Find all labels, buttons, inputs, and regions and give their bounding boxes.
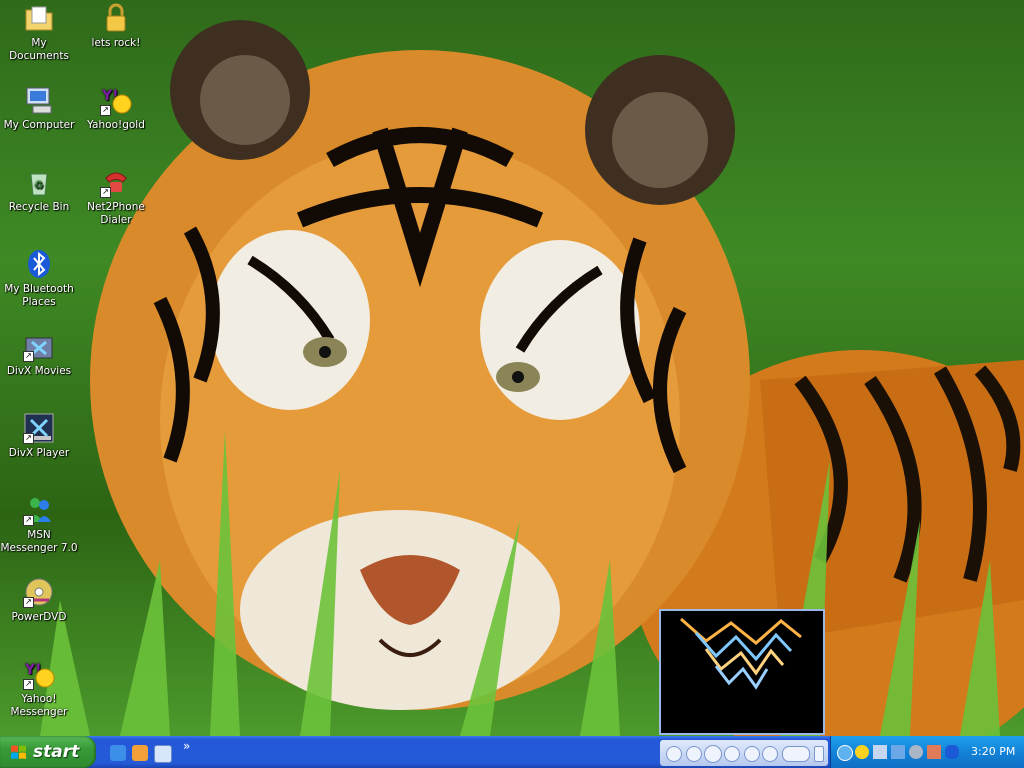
messenger-quicklaunch-icon[interactable]	[132, 745, 148, 761]
divx-folder-icon: ↗	[23, 330, 55, 362]
visualization-graphic	[680, 617, 802, 690]
previous-icon[interactable]	[744, 746, 760, 762]
folder-documents-icon	[23, 2, 55, 34]
sound-icon[interactable]	[909, 745, 923, 759]
mute-icon[interactable]	[762, 746, 778, 762]
computer-icon	[23, 84, 55, 116]
desktop-icon-powerdvd[interactable]: ↗ PowerDVD	[0, 576, 78, 624]
desktop-icon-my-computer[interactable]: My Computer	[0, 84, 78, 132]
yahoo-messenger-icon: Y! ↗	[23, 658, 55, 690]
desktop-icon-divx-player[interactable]: ↗ DivX Player	[0, 412, 78, 460]
media-logo-icon	[666, 746, 682, 762]
desktop-icon-label: DivX Player	[8, 447, 70, 459]
system-tray: 3:20 PM	[830, 736, 1024, 768]
yahoo-tray-icon[interactable]	[855, 745, 869, 759]
svg-text:♻: ♻	[34, 179, 44, 192]
desktop-icon-label: My Documents	[9, 37, 69, 62]
shortcut-arrow-icon: ↗	[23, 351, 34, 362]
desktop-icon-recycle-bin[interactable]: ♻ Recycle Bin	[0, 166, 78, 214]
divx-player-icon: ↗	[23, 412, 55, 444]
windows-logo-icon	[11, 745, 26, 759]
desktop-icon-label: DivX Movies	[6, 365, 72, 377]
desktop-icon-label: MSN Messenger 7.0	[0, 529, 78, 554]
desktop-icon-my-bluetooth-places[interactable]: My Bluetooth Places	[0, 248, 78, 309]
desktop-icon-msn-messenger[interactable]: ↗ MSN Messenger 7.0	[0, 494, 78, 555]
pause-icon[interactable]	[704, 745, 722, 763]
network-icon[interactable]	[873, 745, 887, 759]
desktop-icon-label: Recycle Bin	[8, 201, 70, 213]
desktop-icon-lets-rock[interactable]: lets rock!	[77, 2, 155, 50]
desktop-icon-divx-movies[interactable]: ↗ DivX Movies	[0, 330, 78, 378]
desktop-icon-label: Yahoo!gold	[87, 119, 145, 131]
stop-icon[interactable]	[686, 746, 702, 762]
desktop-icon-label: Yahoo! Messenger	[10, 693, 68, 718]
shortcut-arrow-icon: ↗	[23, 433, 34, 444]
desktop-icon-yahoo-gold[interactable]: Y! ↗ Yahoo!gold	[77, 84, 155, 132]
display-icon[interactable]	[891, 745, 905, 759]
shortcut-arrow-icon: ↗	[23, 515, 34, 526]
dvd-disc-icon: ↗	[23, 576, 55, 608]
desktop-icon-label: PowerDVD	[11, 611, 67, 623]
msn-messenger-icon: ↗	[23, 494, 55, 526]
lock-icon	[100, 2, 132, 34]
show-hidden-icons-chevron[interactable]	[837, 745, 853, 761]
phone-icon: ↗	[100, 166, 132, 198]
desktop-icon-label: Net2Phone Dialer	[87, 201, 145, 226]
bluetooth-icon	[23, 248, 55, 280]
desktop-icon-label: My Computer	[3, 119, 75, 131]
clock[interactable]: 3:20 PM	[971, 745, 1015, 758]
shortcut-arrow-icon: ↗	[100, 187, 111, 198]
volume-icon[interactable]	[782, 746, 810, 762]
desktop-icon-label: lets rock!	[91, 37, 141, 49]
start-label: start	[33, 742, 80, 762]
shortcut-arrow-icon: ↗	[23, 597, 34, 608]
media-player-toolbar	[660, 740, 828, 766]
desktop-icon-label: My Bluetooth Places	[4, 283, 74, 308]
quicklaunch-overflow-chevron[interactable]: »	[183, 739, 190, 753]
bluetooth-tray-icon[interactable]	[945, 745, 959, 759]
restore-player-icon[interactable]	[814, 746, 824, 762]
messenger-tray-icon[interactable]	[927, 745, 941, 759]
shortcut-arrow-icon: ↗	[100, 105, 111, 116]
yahoo-messenger-icon: Y! ↗	[100, 84, 132, 116]
show-desktop-icon[interactable]	[154, 745, 172, 763]
start-button[interactable]: start	[0, 736, 96, 768]
next-icon[interactable]	[724, 746, 740, 762]
internet-explorer-icon[interactable]	[110, 745, 126, 761]
desktop-icon-yahoo-messenger[interactable]: Y! ↗ Yahoo! Messenger	[0, 658, 78, 719]
shortcut-arrow-icon: ↗	[23, 679, 34, 690]
desktop-icon-my-documents[interactable]: My Documents	[0, 2, 78, 63]
media-player-visualizer-window[interactable]	[659, 609, 825, 735]
recycle-bin-icon: ♻	[23, 166, 55, 198]
desktop-icon-net2phone-dialer[interactable]: ↗ Net2Phone Dialer	[77, 166, 155, 227]
